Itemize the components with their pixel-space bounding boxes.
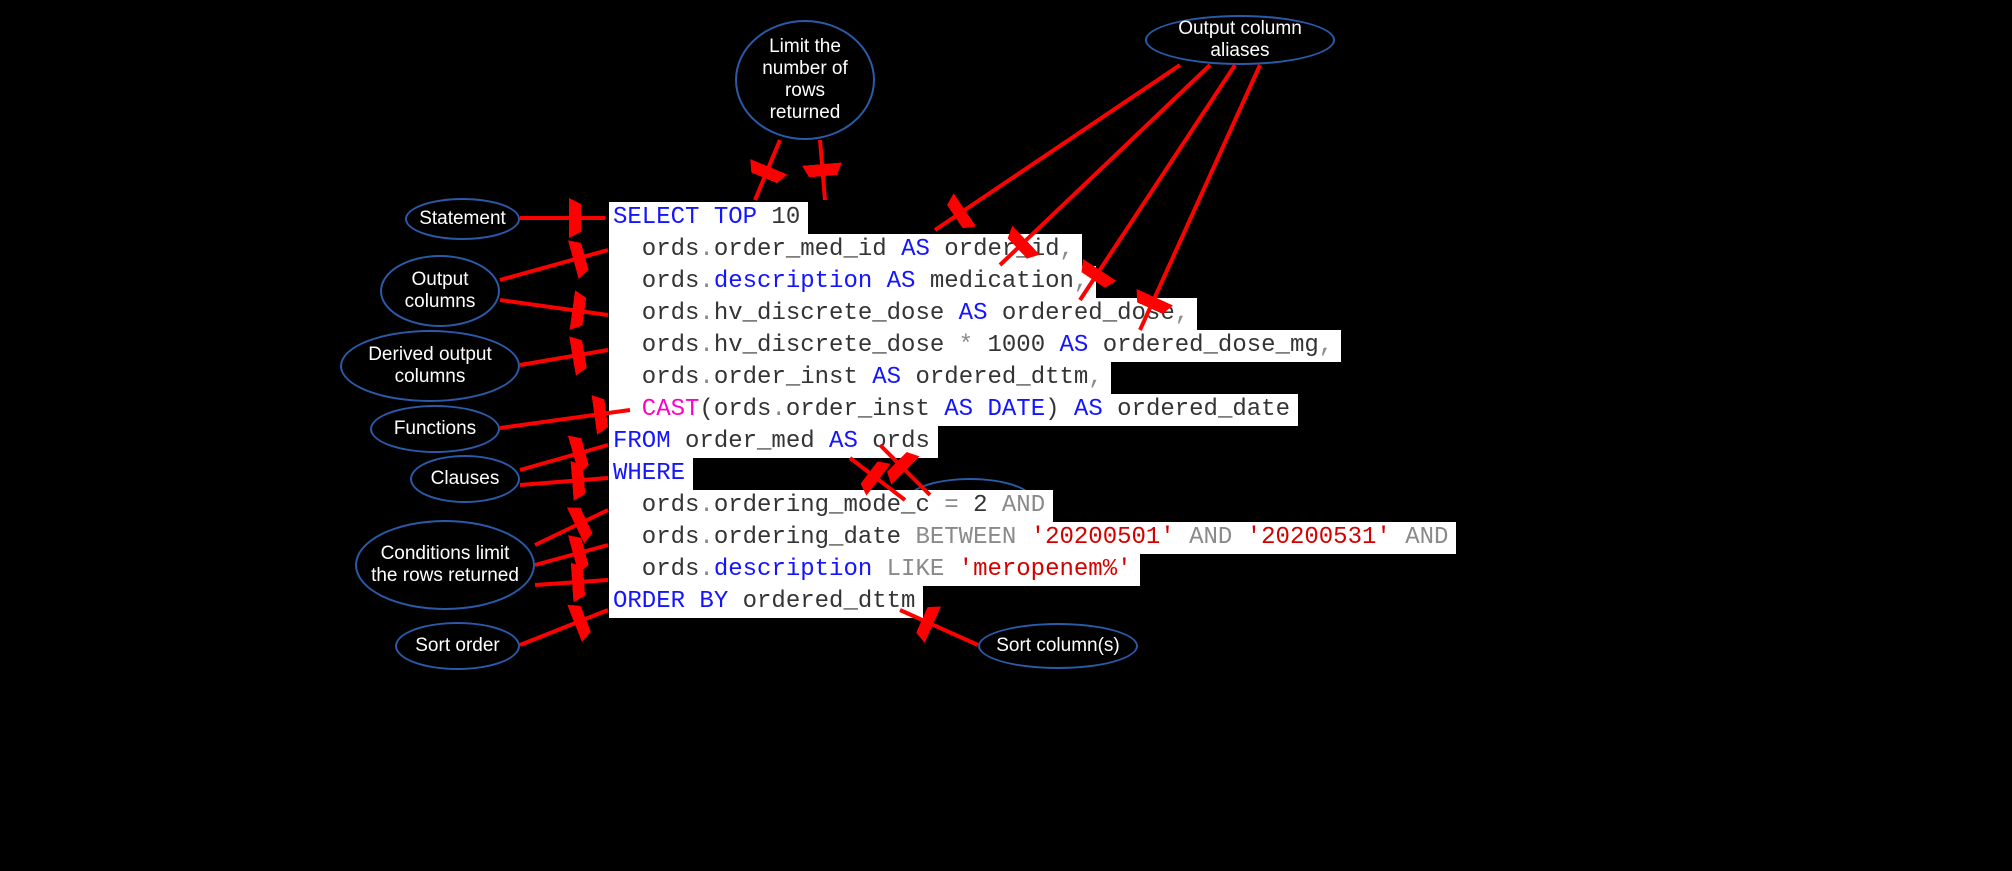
sql-line-7: CAST(ords.order_inst AS DATE) AS ordered… (609, 394, 1298, 426)
sql-line-9: WHERE (609, 458, 693, 490)
derived-bubble: Derived outputcolumns (340, 330, 520, 402)
conditions-bubble: Conditions limitthe rows returned (355, 520, 535, 610)
sql-line-6: ords.order_inst AS ordered_dttm, (609, 362, 1111, 394)
sortcol-text: Sort column(s) (996, 635, 1120, 657)
sql-line-2: ords.order_med_id AS order_id, (609, 234, 1082, 266)
limit-text: Limit thenumber of rowsreturned (743, 36, 867, 123)
derived-text: Derived outputcolumns (368, 344, 492, 388)
sql-line-3: ords.description AS medication, (609, 266, 1096, 298)
sortcol-bubble: Sort column(s) (978, 623, 1138, 669)
conditions-text: Conditions limitthe rows returned (371, 543, 519, 587)
columns-text: Outputcolumns (405, 269, 476, 313)
sql-line-5: ords.hv_discrete_dose * 1000 AS ordered_… (609, 330, 1341, 362)
clauses-text: Clauses (431, 468, 500, 490)
statement-bubble: Statement (405, 198, 520, 240)
sql-line-10: ords.ordering_mode_c = 2 AND (609, 490, 1053, 522)
columns-bubble: Outputcolumns (380, 255, 500, 327)
statement-text: Statement (419, 208, 506, 230)
clauses-bubble: Clauses (410, 455, 520, 503)
sort-text: Sort order (415, 635, 499, 657)
sql-line-8: FROM order_med AS ords (609, 426, 938, 458)
functions-bubble: Functions (370, 405, 500, 453)
sql-line-13: ORDER BY ordered_dttm (609, 586, 923, 618)
sql-line-12: ords.description LIKE 'meropenem%' (609, 554, 1140, 586)
limit-bubble: Limit thenumber of rowsreturned (735, 20, 875, 140)
sql-line-4: ords.hv_discrete_dose AS ordered_dose, (609, 298, 1197, 330)
sql-line-1: SELECT TOP 10 (609, 202, 808, 234)
aliases-text: Output columnaliases (1178, 18, 1302, 62)
sql-code: SELECT TOP 10 ords.order_med_id AS order… (609, 202, 1456, 618)
sort-bubble: Sort order (395, 622, 520, 670)
sql-line-11: ords.ordering_date BETWEEN '20200501' AN… (609, 522, 1456, 554)
aliases-bubble: Output columnaliases (1145, 15, 1335, 65)
functions-text: Functions (394, 418, 476, 440)
diagram-canvas: Limit thenumber of rowsreturned Output c… (0, 0, 2012, 871)
